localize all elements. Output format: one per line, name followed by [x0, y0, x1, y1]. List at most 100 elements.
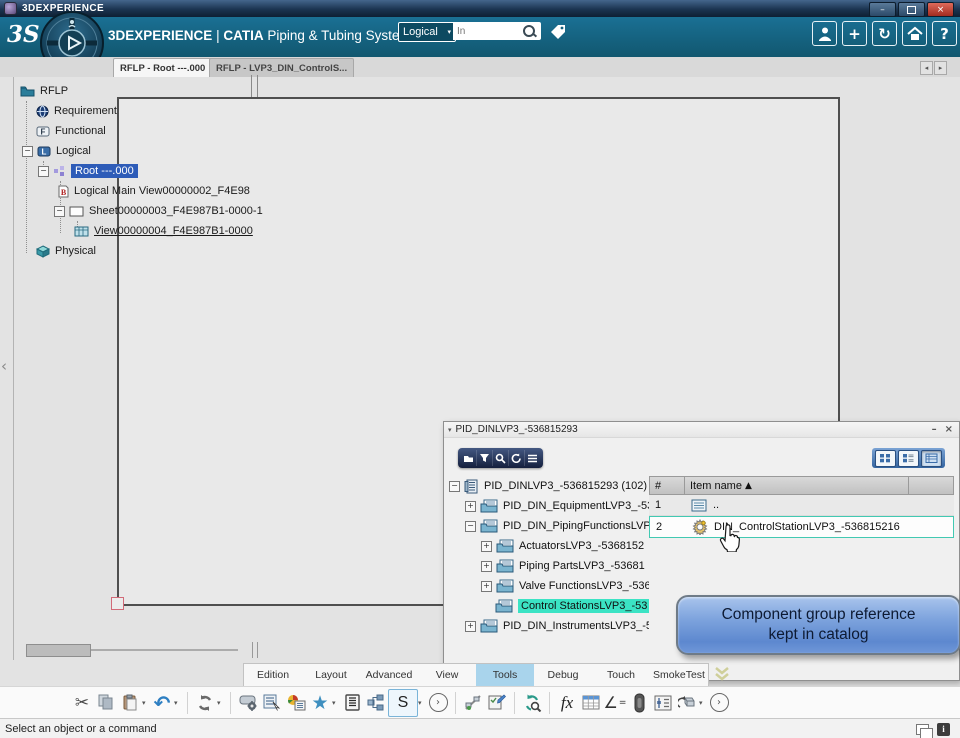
favorites-star-button[interactable]: ★ [308, 690, 332, 716]
column-header-number[interactable]: # [649, 476, 685, 495]
catalog-chapter-actuators[interactable]: + ActuatorsLVP3_-5368152 [449, 536, 649, 556]
home-button[interactable] [902, 21, 927, 46]
table-row-parent[interactable]: 1 .. [649, 495, 954, 516]
close-button[interactable]: × [927, 2, 954, 17]
canvas-hscrollbar-thumb[interactable] [26, 644, 91, 657]
s-command-toggle[interactable]: S [388, 688, 418, 717]
collapse-node-icon[interactable]: − [22, 145, 33, 157]
view-details-button[interactable] [921, 449, 942, 467]
catalog-chapter-valvefunctions[interactable]: + Valve FunctionsLVP3_-536 [449, 576, 649, 596]
update-button[interactable] [193, 690, 217, 716]
ribbon-tab-touch[interactable]: Touch [592, 664, 650, 686]
list-options-icon[interactable] [525, 450, 540, 466]
viewport-canvas[interactable]: ‹ RFLP Requirement F Functional − L Logi… [0, 75, 960, 681]
view-large-icons-button[interactable] [875, 449, 896, 467]
filter-icon[interactable] [477, 450, 493, 466]
paste-button[interactable] [118, 690, 142, 716]
open-folder-icon[interactable] [461, 450, 477, 466]
expand-node-icon[interactable]: + [481, 540, 492, 552]
collapse-node-icon[interactable]: − [449, 480, 460, 492]
catalog-notebook-button[interactable] [340, 690, 364, 716]
search-icon[interactable] [493, 450, 509, 466]
select-list-button[interactable] [260, 690, 284, 716]
s-command-dropdown-icon[interactable]: ▾ [418, 699, 426, 707]
splitter-handle[interactable] [252, 642, 258, 658]
minimize-button[interactable]: – [869, 2, 896, 17]
design-table-button[interactable] [579, 690, 603, 716]
update-dropdown-icon[interactable]: ▾ [217, 699, 225, 707]
catalog-chapter-equipment[interactable]: + PID_DIN_EquipmentLVP3_-53 [449, 496, 649, 516]
measure-angle-button[interactable]: ∠ = [603, 690, 627, 716]
cut-button[interactable]: ✂ [70, 690, 94, 716]
ribbon-tab-view[interactable]: View [418, 664, 476, 686]
undo-dropdown-icon[interactable]: ▾ [174, 699, 182, 707]
table-row-controlstation[interactable]: 2 DIN_ControlStationLVP3_-536815216 [649, 516, 954, 538]
ribbon-tab-tools[interactable]: Tools [476, 664, 534, 686]
catalog-chapter-controlstations[interactable]: Control StationsLVP3_-53 [449, 596, 649, 616]
search-icon[interactable] [523, 25, 535, 37]
tree-item-sheet[interactable]: − Sheet00000003_F4E987B1-0000-1 [14, 201, 264, 221]
refresh-icon[interactable] [509, 450, 525, 466]
tag-icon[interactable] [549, 23, 567, 45]
checklist-edit-button[interactable] [485, 690, 509, 716]
tree-item-logical[interactable]: − L Logical [14, 141, 264, 161]
collapse-panel-icon[interactable]: ‹ [1, 357, 7, 375]
tab-scroll-right[interactable]: ▸ [934, 61, 947, 75]
more-commands-button[interactable]: › [426, 690, 450, 716]
undo-button[interactable]: ↶ [150, 690, 174, 716]
copy-button[interactable] [94, 690, 118, 716]
toggle-overlays-button[interactable] [461, 690, 485, 716]
tab-rflp-lvp3[interactable]: RFLP - LVP3_DIN_ControlS... [209, 58, 355, 77]
expand-node-icon[interactable]: + [465, 620, 476, 632]
search-scope-dropdown[interactable]: Logical ▾ [398, 22, 456, 42]
expand-node-icon[interactable]: + [481, 560, 492, 572]
ribbon-collapse-chevron-icon[interactable] [712, 665, 732, 688]
panel-minimize-icon[interactable]: – [932, 424, 937, 435]
formula-fx-button[interactable]: fx [555, 690, 579, 716]
catalog-chapter-instruments[interactable]: + PID_DIN_InstrumentsLVP3_-5 [449, 616, 649, 636]
ribbon-tab-smoketest[interactable]: SmokeTest [650, 664, 708, 686]
maximize-button[interactable] [898, 2, 925, 17]
help-button[interactable]: ? [932, 21, 957, 46]
column-header-itemname[interactable]: Item name ▲ [685, 476, 909, 495]
rotate-view-button[interactable] [675, 690, 699, 716]
more-tools-button[interactable]: › [707, 690, 731, 716]
catalog-chapter-pipingfunctions[interactable]: − PID_DIN_PipingFunctionsLVP3 [449, 516, 649, 536]
cascade-windows-icon[interactable] [916, 723, 933, 738]
ribbon-tab-debug[interactable]: Debug [534, 664, 592, 686]
catalog-root-item[interactable]: − PID_DINLVP3_-536815293 (102) [449, 476, 649, 496]
structure-tree-button[interactable] [364, 690, 388, 716]
tree-item-requirement[interactable]: Requirement [14, 101, 264, 121]
ribbon-tab-layout[interactable]: Layout [302, 664, 360, 686]
tree-item-logical-main-view[interactable]: B Logical Main View00000002_F4E98 [14, 181, 264, 201]
report-chart-button[interactable] [284, 690, 308, 716]
tree-item-root[interactable]: − Root ---.000 [14, 161, 264, 181]
paste-dropdown-icon[interactable]: ▾ [142, 699, 150, 707]
ribbon-tab-edition[interactable]: Edition [244, 664, 302, 686]
panel-close-icon[interactable]: × [945, 424, 953, 435]
tree-item-functional[interactable]: F Functional [14, 121, 264, 141]
expand-node-icon[interactable]: + [481, 580, 492, 592]
panel-collapse-icon[interactable]: ▾ [448, 426, 452, 434]
collapse-node-icon[interactable]: − [38, 165, 49, 177]
expand-node-icon[interactable]: + [465, 500, 476, 512]
panel-titlebar[interactable]: ▾ PID_DINLVP3_-536815293 – × [444, 422, 959, 438]
user-profile-button[interactable] [812, 21, 837, 46]
rotate-view-dropdown-icon[interactable]: ▾ [699, 699, 707, 707]
catalog-chapter-pipingparts[interactable]: + Piping PartsLVP3_-53681 [449, 556, 649, 576]
properties-sliders-button[interactable] [651, 690, 675, 716]
share-button[interactable]: ↻ [872, 21, 897, 46]
tree-item-view[interactable]: View00000004_F4E987B1-0000 [14, 221, 264, 241]
tab-scroll-left[interactable]: ◂ [920, 61, 933, 75]
add-button[interactable]: + [842, 21, 867, 46]
info-icon[interactable]: i [937, 722, 950, 736]
tree-item-rflp[interactable]: RFLP [14, 81, 264, 101]
column-header-extra[interactable] [909, 476, 954, 495]
favorites-dropdown-icon[interactable]: ▾ [332, 699, 340, 707]
search-input[interactable] [453, 24, 523, 38]
tree-item-physical[interactable]: Physical [14, 241, 264, 261]
view-list-button[interactable] [898, 449, 919, 467]
search-update-button[interactable] [520, 690, 544, 716]
save-manage-button[interactable] [236, 690, 260, 716]
collapse-node-icon[interactable]: − [465, 520, 476, 532]
